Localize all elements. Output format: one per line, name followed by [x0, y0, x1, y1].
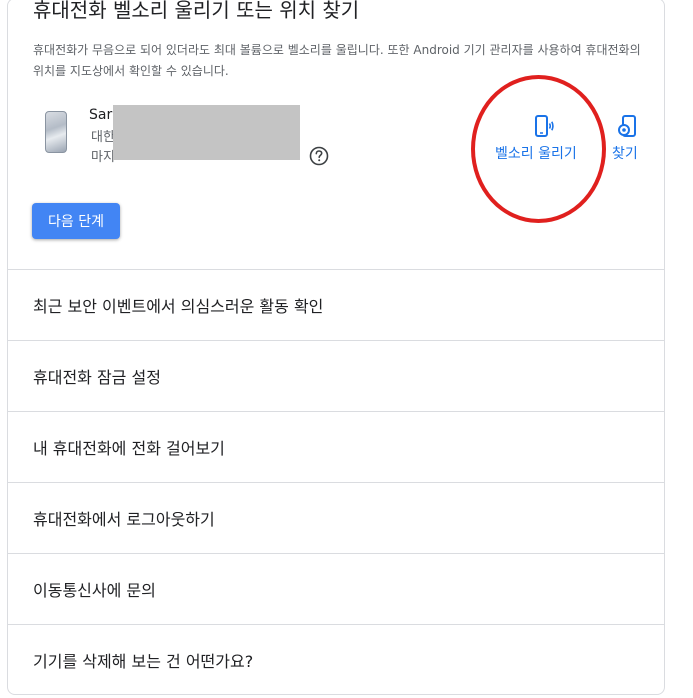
ring-phone-label: 벨소리 울리기 [495, 146, 577, 162]
section-title: 휴대전화 벨소리 울리기 또는 위치 찾기 [33, 0, 360, 22]
list-item-lock-phone[interactable]: 휴대전화 잠금 설정 [8, 340, 664, 411]
ring-phone-button[interactable]: 벨소리 울리기 [495, 112, 595, 164]
device-location: 대한 [91, 130, 115, 145]
find-phone-label: 찾기 [612, 146, 638, 162]
list-item-sign-out[interactable]: 휴대전화에서 로그아웃하기 [8, 482, 664, 553]
section-description: 휴대전화가 무음으로 되어 있더라도 최대 볼륨으로 벨소리를 울립니다. 또한… [33, 43, 641, 78]
phone-locate-icon [618, 115, 636, 137]
list-item-erase-device[interactable]: 기기를 삭제해 보는 건 어떤가요? [8, 624, 664, 695]
phone-ring-icon [535, 115, 554, 137]
find-phone-button[interactable]: 찾기 [610, 112, 650, 164]
next-step-button[interactable]: 다음 단계 [32, 203, 120, 239]
list-item-security-events[interactable]: 최근 보안 이벤트에서 의심스러운 활동 확인 [8, 269, 664, 340]
help-icon[interactable] [309, 146, 329, 166]
option-list: 최근 보안 이벤트에서 의심스러운 활동 확인 휴대전화 잠금 설정 내 휴대전… [8, 269, 664, 695]
redaction-box [113, 105, 300, 160]
device-name: Sar [89, 107, 113, 123]
list-item-contact-carrier[interactable]: 이동통신사에 문의 [8, 553, 664, 624]
list-item-call-phone[interactable]: 내 휴대전화에 전화 걸어보기 [8, 411, 664, 482]
device-last-seen: 마지 [91, 150, 115, 165]
device-image [45, 111, 67, 153]
